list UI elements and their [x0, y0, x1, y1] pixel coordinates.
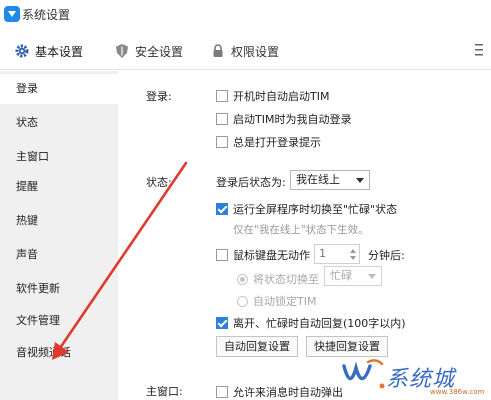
auto-start-option[interactable]: 开机时自动启动TIM	[216, 88, 329, 104]
sidebar-item-label: 声音	[16, 248, 38, 261]
auto-start-checkbox[interactable]	[216, 90, 228, 102]
login-prompt-option[interactable]: 总是打开登录提示	[216, 134, 321, 150]
watermark-url: www.386w.com	[430, 388, 485, 396]
quick-reply-settings-button[interactable]: 快捷回复设置	[306, 336, 388, 357]
option-label: 离开、忙碌时自动回复(100字以内)	[233, 317, 406, 330]
tab-label: 权限设置	[231, 44, 280, 59]
sidebar-item-label: 热键	[16, 214, 38, 227]
auto-lock-option[interactable]: 自动锁定TIM	[237, 293, 316, 309]
settings-tabs: 基本设置 安全设置 权限设置	[0, 30, 491, 70]
auto-popup-checkbox[interactable]	[216, 386, 228, 398]
stepper-up-icon[interactable]	[350, 249, 356, 253]
option-label: 开机时自动启动TIM	[233, 90, 330, 103]
select-value: 忙碌	[330, 269, 352, 282]
chevron-down-icon	[356, 178, 364, 183]
switch-status-option[interactable]: 将状态切换至	[237, 271, 319, 287]
after-login-status-select[interactable]: 我在线上	[290, 170, 370, 190]
stepper-down-icon[interactable]	[350, 256, 356, 260]
status-section-label: 状态:	[146, 176, 172, 189]
auto-lock-radio[interactable]	[237, 295, 248, 307]
lock-icon	[210, 43, 226, 59]
tab-basic-settings[interactable]: 基本设置	[14, 42, 83, 60]
fullscreen-hint: 仅在"我在线上"状态下生效。	[233, 224, 369, 236]
settings-sidebar: 登录 状态 主窗口 提醒 热键 声音 软件更新 文件管理 音视频通话	[0, 71, 118, 400]
fullscreen-busy-option[interactable]: 运行全屏程序时切换至"忙碌"状态	[216, 201, 397, 217]
stepper-value: 1	[319, 247, 326, 260]
option-label: 自动锁定TIM	[253, 295, 317, 308]
login-section-label: 登录:	[146, 90, 172, 103]
auto-login-checkbox[interactable]	[216, 113, 228, 125]
auto-popup-option[interactable]: 允许来消息时自动弹出	[216, 384, 343, 400]
fullscreen-busy-checkbox[interactable]	[216, 203, 228, 215]
sidebar-item-label: 音视频通话	[16, 346, 71, 359]
main-window-section-label: 主窗口:	[146, 385, 183, 398]
sidebar-item-label: 登录	[16, 82, 38, 95]
sidebar-item-label: 状态	[16, 116, 38, 129]
auto-login-option[interactable]: 启动TIM时为我自动登录	[216, 111, 351, 127]
option-label: 鼠标键盘无动作	[233, 249, 310, 262]
sidebar-item-label: 主窗口	[16, 150, 49, 163]
idle-minutes-stepper[interactable]: 1	[314, 244, 360, 264]
title-bar: 系统设置	[0, 0, 491, 30]
more-menu-icon[interactable]	[473, 40, 485, 60]
sidebar-item-label: 提醒	[16, 180, 38, 193]
idle-option[interactable]: 鼠标键盘无动作	[216, 247, 310, 263]
select-value: 我在线上	[296, 173, 340, 186]
switch-status-select[interactable]: 忙碌	[324, 266, 382, 286]
sidebar-item-label: 软件更新	[16, 282, 60, 295]
option-label: 运行全屏程序时切换至"忙碌"状态	[233, 203, 398, 216]
after-login-status-label: 登录后状态为:	[216, 176, 286, 189]
switch-status-radio[interactable]	[237, 273, 248, 285]
gear-icon	[14, 43, 30, 59]
sidebar-item-reminder[interactable]: 提醒	[0, 172, 118, 202]
sidebar-item-login[interactable]: 登录	[0, 74, 118, 104]
tab-security-settings[interactable]: 安全设置	[114, 42, 183, 60]
option-label: 将状态切换至	[253, 273, 319, 286]
sidebar-item-software-update[interactable]: 软件更新	[0, 274, 118, 304]
auto-reply-settings-button[interactable]: 自动回复设置	[216, 336, 298, 357]
auto-reply-checkbox[interactable]	[216, 317, 228, 329]
idle-minutes-suffix: 分钟后:	[368, 249, 405, 262]
login-prompt-checkbox[interactable]	[216, 136, 228, 148]
auto-reply-option[interactable]: 离开、忙碌时自动回复(100字以内)	[216, 315, 406, 331]
option-label: 允许来消息时自动弹出	[233, 386, 343, 399]
idle-checkbox[interactable]	[216, 249, 228, 261]
option-label: 启动TIM时为我自动登录	[233, 113, 352, 126]
window-title: 系统设置	[22, 8, 71, 22]
app-logo-icon	[4, 6, 20, 22]
sidebar-item-hotkey[interactable]: 热键	[0, 206, 118, 236]
chevron-down-icon	[368, 274, 376, 279]
shield-icon	[114, 43, 130, 59]
sidebar-item-status[interactable]: 状态	[0, 108, 118, 138]
sidebar-item-file-management[interactable]: 文件管理	[0, 306, 118, 336]
tab-label: 安全设置	[135, 44, 184, 59]
sidebar-item-av-call[interactable]: 音视频通话	[0, 338, 118, 368]
option-label: 总是打开登录提示	[233, 136, 321, 149]
tab-label: 基本设置	[35, 44, 84, 59]
sidebar-item-sound[interactable]: 声音	[0, 240, 118, 270]
sidebar-item-main-window[interactable]: 主窗口	[0, 142, 118, 172]
tab-permission-settings[interactable]: 权限设置	[210, 42, 279, 60]
sidebar-item-label: 文件管理	[16, 314, 60, 327]
